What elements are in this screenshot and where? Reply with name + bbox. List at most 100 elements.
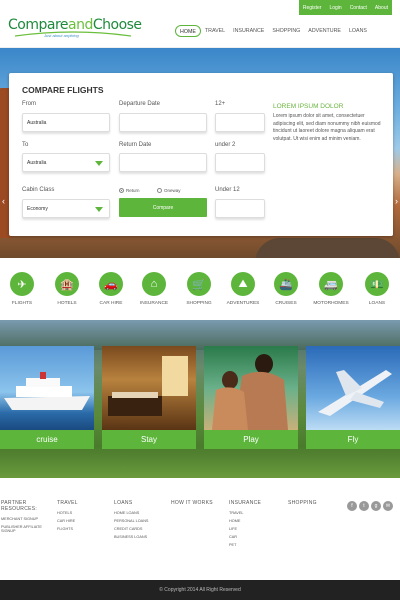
category-flights[interactable]: ✈ FLIGHTS [1,272,43,306]
footer-insurance-col: INSURANCE TRAVEL HOME LIFE CAR PET [229,500,261,551]
category-adventures[interactable]: ⛰ ADVENTURES [222,272,264,306]
car-icon: 🚗 [99,272,123,296]
promo-heading: LOREM IPSUM DOLOR [273,103,344,110]
compare-flights-panel: COMPARE FLIGHTS From Australia To Austra… [9,73,393,236]
login-link[interactable]: Login [329,5,341,11]
site-footer: PARTNER RESOURCES: MERCHANT SIGNUP PUBLI… [0,478,400,580]
hero-prev-arrow-icon[interactable]: ‹ [2,196,5,206]
plane-icon: ✈ [10,272,34,296]
category-car-hire[interactable]: 🚗 CAR HIRE [90,272,132,306]
radio-oneway-dot [157,188,162,193]
footer-businessloans-link[interactable]: BUSINESS LOANS [114,535,148,539]
footer-how-col: HOW IT WORKS [171,500,213,511]
scenic-section: cruise Stay Play Fly [0,320,400,478]
card-play[interactable]: Play [204,346,298,450]
nav-shopping[interactable]: SHOPPING [268,25,304,37]
return-date-input[interactable] [119,153,207,172]
footer-how-heading[interactable]: HOW IT WORKS [171,500,213,506]
footer-travel-col: TRAVEL HOTELS CAR HIRE FLIGHTS [57,500,78,535]
footer-shopping-heading[interactable]: SHOPPING [288,500,317,506]
footer-life-ins-link[interactable]: LIFE [229,527,261,531]
motorhome-icon: 🚐 [319,272,343,296]
hotel-icon: 🏨 [55,272,79,296]
card-stay[interactable]: Stay [102,346,196,450]
cruise-image [0,346,94,430]
category-cruises[interactable]: 🚢 CRUISES [265,272,307,306]
footer-personalloans-link[interactable]: PERSONAL LOANS [114,519,148,523]
card-cruise[interactable]: cruise [0,346,94,450]
card-play-caption: Play [204,430,298,449]
category-motorhomes[interactable]: 🚐 MOTORHOMES [310,272,352,306]
footer-creditcards-link[interactable]: CREDIT CARDS [114,527,148,531]
footer-carhire-link[interactable]: CAR HIRE [57,519,78,523]
card-fly[interactable]: Fly [306,346,400,450]
site-header: CompareandChoose Just about anything HOM… [0,15,400,48]
logo[interactable]: CompareandChoose Just about anything [8,17,143,43]
play-image [204,346,298,430]
nav-travel[interactable]: TRAVEL [201,25,229,37]
footer-home-ins-link[interactable]: HOME [229,519,261,523]
infants-label: under 2 [215,142,236,148]
nav-insurance[interactable]: INSURANCE [229,25,268,37]
return-date-label: Return Date [119,142,152,148]
couple-icon [212,354,288,430]
category-shopping[interactable]: 🛒 SHOPPING [178,272,220,306]
logo-text: CompareandChoose [8,17,142,33]
cabin-class-label: Cabin Class [22,187,55,193]
about-link[interactable]: About [375,5,388,11]
house-icon: ⌂ [142,272,166,296]
radio-return-dot [119,188,124,193]
hotel-room-icon [108,356,188,416]
nav-home[interactable]: HOME [175,25,201,37]
children-input[interactable] [215,199,265,218]
top-utility-bar: Register Login Contact About [298,0,392,15]
social-icons: f t g ✉ [347,501,393,511]
shopping-cart-icon: 🛒 [187,272,211,296]
contact-link[interactable]: Contact [350,5,367,11]
from-input[interactable]: Australia [22,113,110,132]
airplane-icon [318,370,392,416]
hero-next-arrow-icon[interactable]: › [395,196,398,206]
footer-travel-ins-link[interactable]: TRAVEL [229,511,261,515]
footer-hotels-link[interactable]: HOTELS [57,511,78,515]
chevron-down-icon [95,161,103,166]
footer-homeloans-link[interactable]: HOME LOANS [114,511,148,515]
panel-title: COMPARE FLIGHTS [22,85,104,95]
footer-insurance-heading: INSURANCE [229,500,262,506]
register-link[interactable]: Register [303,5,322,11]
footer-car-ins-link[interactable]: CAR [229,535,261,539]
category-insurance[interactable]: ⌂ INSURANCE [133,272,175,306]
adults-label: 12+ [215,101,226,107]
money-icon: 💵 [365,272,389,296]
departure-date-label: Departure Date [119,101,161,107]
radio-oneway[interactable]: Oneway [157,188,181,193]
nav-adventure[interactable]: ADVENTURE [304,25,345,37]
category-icons: ✈ FLIGHTS 🏨 HOTELS 🚗 CAR HIRE ⌂ INSURANCE 🛒 S… [0,262,400,320]
footer-merchant-link[interactable]: MERCHANT SIGNUP [1,517,46,521]
facebook-icon[interactable]: f [347,501,357,511]
cabin-class-select[interactable]: Economy [22,199,110,218]
mountain-icon: ⛰ [231,272,255,296]
twitter-icon[interactable]: t [359,501,369,511]
footer-flights-link[interactable]: FLIGHTS [57,527,78,531]
category-loans[interactable]: 💵 LOANS [356,272,398,306]
compare-button[interactable]: Compare [119,198,207,217]
card-fly-caption: Fly [306,430,400,449]
footer-publisher-link[interactable]: PUBLISHER AFFILIATE SIGNUP [1,525,49,533]
footer-partner-subheading: RESOURCES: [1,506,38,512]
email-icon[interactable]: ✉ [383,501,393,511]
departure-date-input[interactable] [119,113,207,132]
logo-tagline: Just about anything [44,33,79,38]
children-label: Under 12 [215,187,240,193]
to-label: To [22,142,29,148]
to-select[interactable]: Australia [22,153,110,172]
category-hotels[interactable]: 🏨 HOTELS [46,272,88,306]
footer-pet-ins-link[interactable]: PET [229,543,261,547]
infants-input[interactable] [215,153,265,172]
chevron-down-icon [95,207,103,212]
adults-input[interactable] [215,113,265,132]
footer-loans-col: LOANS HOME LOANS PERSONAL LOANS CREDIT C… [114,500,148,543]
radio-return[interactable]: Return [119,188,140,193]
nav-loans[interactable]: LOANS [345,25,371,37]
googleplus-icon[interactable]: g [371,501,381,511]
